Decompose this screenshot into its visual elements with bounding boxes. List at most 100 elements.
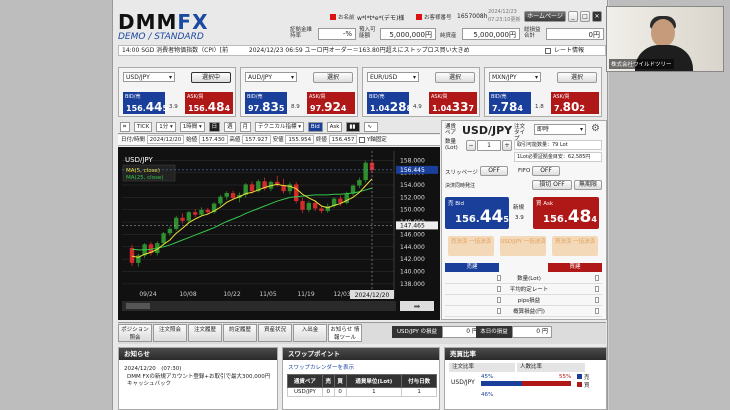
order-type-select[interactable]: 即時 ▾ [534, 124, 586, 135]
settle-buy-button[interactable]: 買決済 一括決済 [552, 236, 598, 256]
bid-toggle[interactable]: Bid [307, 122, 323, 132]
sell-position-header: 売建 [445, 263, 499, 272]
maximize-button[interactable]: □ [580, 11, 590, 22]
tab-4[interactable]: 資産状況 [258, 324, 292, 342]
tab-5[interactable]: 入出金 [293, 324, 327, 342]
tab-0[interactable]: ポジション照会 [118, 324, 152, 342]
price-chart[interactable]: 158.000156.000154.000152.000150.000148.0… [118, 147, 440, 320]
tab-6[interactable]: お知らせ 情報ツール [328, 324, 362, 342]
chart-toolbar: ⌗ TICK 1分 ▾ 1時間 ▾ 日 週 月 テクニカル指標 ▾ Bid As… [118, 120, 440, 134]
rate-info-checkbox[interactable] [545, 48, 551, 54]
qty-plus-button[interactable]: + [502, 140, 512, 151]
spread-value: 1.8 [535, 104, 544, 110]
bid-rate-button[interactable]: BID/売 97.835 [245, 92, 287, 114]
candle-body [294, 184, 299, 202]
close-button[interactable]: ✕ [592, 11, 602, 22]
position-row: 概算損益(円) [445, 307, 602, 317]
technical-select[interactable]: テクニカル指標 ▾ [254, 122, 304, 132]
stoploss-toggle[interactable]: 損切 OFF [532, 180, 572, 190]
ticker-left: 14:00 SGD 消費者物価指数（CPI）[前 [122, 47, 229, 54]
sell-order-button[interactable]: 売 Bid 156.445 [445, 197, 509, 229]
select-pair-button[interactable]: 選択 [435, 72, 475, 83]
qty-input[interactable]: 1 [477, 140, 501, 151]
pair-pl-label: USD/JPY の損益 [392, 326, 442, 338]
settle-sell-button[interactable]: 売決済 一括決済 [448, 236, 494, 256]
news-ticker[interactable]: 14:00 SGD 消費者物価指数（CPI）[前 2024/12/23 06:5… [118, 45, 606, 56]
chart-symbol: USD/JPY [125, 156, 153, 164]
ask-rate-button[interactable]: ASK/買 7.802 [551, 92, 599, 114]
sell-order-label: 売 Bid [448, 201, 465, 207]
webcam-caption: 株式会社ワイルドツリー [609, 59, 674, 69]
pair-select[interactable]: MXN/JPY ▾ [489, 72, 541, 82]
buy-price-pre: 156. [543, 214, 568, 225]
y-fix-label: Y軸固定 [366, 137, 387, 143]
slippage-toggle[interactable]: OFF [480, 166, 508, 176]
legend-sell-swatch [577, 374, 582, 379]
ask-rate-button[interactable]: ASK/買 1.04337 [429, 92, 477, 114]
update-time: 07:23:10更新 [488, 17, 521, 23]
ask-label: ASK/買 [309, 94, 326, 100]
order-pair: USD/JPY [462, 124, 513, 137]
bid-rate-button[interactable]: BID/売 156.445 [123, 92, 168, 114]
buy-price-last: 4 [591, 215, 597, 224]
y-tick-label: 140.000 [400, 269, 425, 276]
candle-icon[interactable]: ▮▮ [346, 122, 361, 132]
fifo-toggle[interactable]: OFF [532, 166, 560, 176]
select-pair-button[interactable]: 選択中 [191, 72, 231, 83]
swap-header-cell: 通貨ペア [287, 374, 323, 388]
ask-toggle[interactable]: Ask [326, 122, 343, 132]
span-select[interactable]: 1時間 ▾ [179, 122, 205, 132]
settle-all-button[interactable]: USD/JPY 一括決済 [500, 236, 546, 256]
pair-select[interactable]: EUR/USD ▾ [367, 72, 419, 82]
ask-rate-button[interactable]: ASK/買 156.484 [185, 92, 233, 114]
today-pl-value: 0 円 [512, 326, 552, 338]
close-value: 156.457 [328, 135, 358, 144]
minimize-button[interactable]: _ [568, 11, 578, 22]
bid-label: BID/売 [247, 94, 263, 100]
tick-button[interactable]: TICK [133, 122, 153, 132]
qty-minus-button[interactable]: − [466, 140, 476, 151]
legend-sell-label: 売 [584, 375, 590, 381]
interval-select[interactable]: 1分 ▾ [156, 122, 176, 132]
line-icon[interactable]: ∿ [364, 122, 379, 132]
news-link[interactable]: DMM FXの新規アカウント登録+お取引で最大300,000円キャッシュバック [119, 372, 277, 388]
week-button[interactable]: 週 [224, 122, 236, 132]
ask-pre: 7. [554, 104, 563, 113]
select-pair-button[interactable]: 選択 [557, 72, 597, 83]
select-pair-button[interactable]: 選択 [313, 72, 353, 83]
open-value: 157.430 [198, 135, 228, 144]
date-label: 日付/時間 [121, 137, 145, 143]
y-tick-label: 152.000 [400, 194, 425, 201]
pair-select[interactable]: AUD/JPY ▾ [245, 72, 297, 82]
homepage-button[interactable]: ホームページ [524, 11, 566, 22]
candle-body [180, 217, 185, 221]
x-tick-label: 10/08 [179, 291, 196, 298]
candle-body [224, 193, 229, 197]
tab-3[interactable]: 約定履歴 [223, 324, 257, 342]
close-label: 終値 [315, 137, 327, 143]
ratio-buy-pct: 55% [559, 374, 572, 380]
swap-cell: 1 [401, 387, 437, 397]
name-label: お名前 [338, 15, 355, 21]
swap-calendar-link[interactable]: スワップカレンダーを表示 [283, 360, 439, 374]
crop-icon[interactable]: ⌗ [120, 122, 130, 132]
max-qty-info: 取引可能数量：79 Lot [514, 140, 602, 150]
ask-rate: 1.04337 [432, 100, 474, 114]
buy-order-button[interactable]: 買 Ask 156.484 [533, 197, 599, 229]
day-button[interactable]: 日 [208, 122, 221, 132]
settings-gear-icon[interactable]: ⚙ [591, 123, 600, 134]
tab-2[interactable]: 注文履歴 [188, 324, 222, 342]
tab-1[interactable]: 注文照会 [153, 324, 187, 342]
name-value: w*l*t*e*(デモ)様 [357, 15, 405, 22]
bid-rate-button[interactable]: BID/売 7.784 [489, 92, 531, 114]
buy-position-cell [595, 286, 599, 292]
buy-position-cell [595, 275, 599, 281]
ask-rate-button[interactable]: ASK/買 97.924 [307, 92, 355, 114]
expiry-select[interactable]: 無期限 [574, 180, 602, 190]
legend-ma25: MA(25, close) [126, 175, 163, 181]
ask-rate: 156.484 [188, 100, 230, 114]
y-fix-checkbox[interactable] [359, 136, 366, 143]
month-button[interactable]: 月 [239, 122, 252, 132]
pair-select[interactable]: USD/JPY ▾ [123, 72, 175, 82]
bid-rate-button[interactable]: BID/売 1.04288 [367, 92, 412, 114]
